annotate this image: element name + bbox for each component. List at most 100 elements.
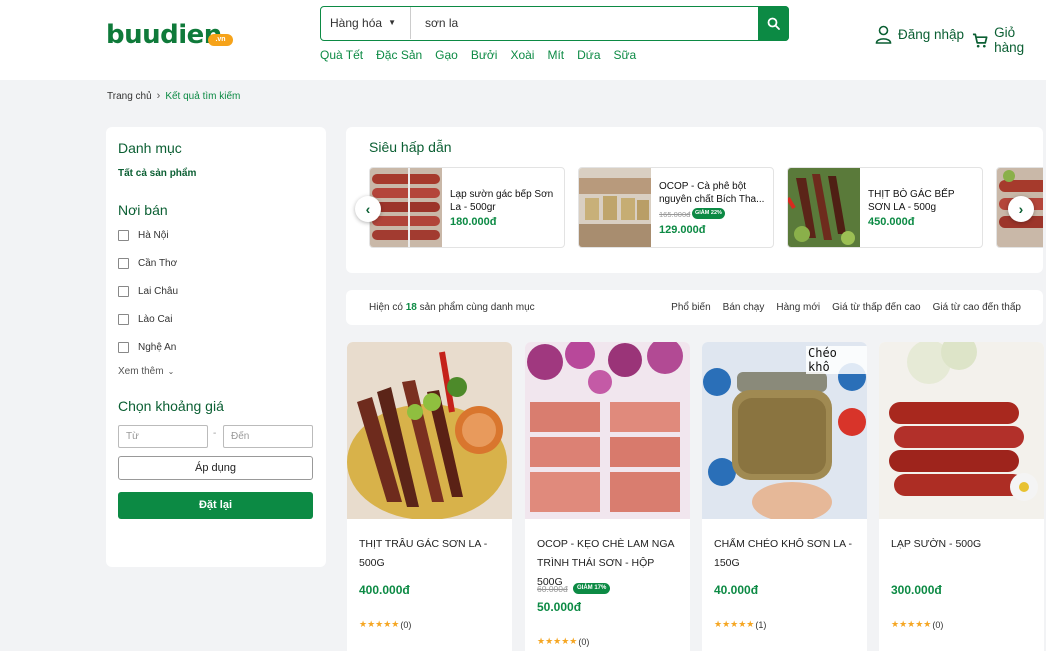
chevron-left-icon: ‹ [365, 201, 371, 217]
category-title: Danh mục [118, 140, 182, 156]
product-card[interactable]: THỊT TRÂU GÁC SƠN LA - 500g 400.000đ ★★★… [347, 342, 512, 651]
product-price: 40.000đ [714, 583, 759, 597]
search-category-select[interactable]: Hàng hóa ▼ [321, 7, 411, 39]
star-icon: ★★★★★ [891, 619, 932, 629]
location-checkbox[interactable] [118, 258, 129, 269]
chevron-right-icon: › [156, 90, 161, 102]
quick-link[interactable]: Xoài [510, 48, 534, 62]
price-from-input[interactable]: Từ [118, 425, 208, 448]
location-filter[interactable]: Nghệ An [118, 342, 176, 353]
quick-link[interactable]: Bưởi [471, 48, 498, 62]
location-filter[interactable]: Hà Nội [118, 230, 169, 241]
product-price: 400.000đ [359, 583, 410, 597]
site-logo[interactable]: buudien [106, 20, 222, 50]
rating-count: (0) [578, 636, 590, 647]
promo-old-price: 165.000đ [659, 210, 691, 219]
site-header: buudien .vn Hàng hóa ▼ Quà Tết Đặc Sản G… [0, 0, 1046, 80]
location-filter[interactable]: Lào Cai [118, 314, 172, 325]
all-categories-link[interactable]: Tất cả sản phẩm [118, 168, 196, 179]
product-card[interactable]: LẠP SƯỜN - 500g 300.000đ ★★★★★ (0) [879, 342, 1044, 651]
see-more-link[interactable]: Xem thêm ⌄ [118, 366, 174, 377]
promo-product-name: THỊT BÒ GÁC BẾP SƠN LA - 500g [868, 189, 955, 213]
product-card[interactable]: OCOP - KẸO CHÈ LAM NGA TRÌNH THÁI SƠN - … [525, 342, 690, 651]
promo-price: 450.000đ [868, 216, 915, 228]
promo-card[interactable]: THỊT BÒ GÁC BẾP SƠN LA - 500g 450.000đ [787, 167, 983, 248]
product-rating: ★★★★★ (0) [891, 619, 943, 630]
location-checkbox[interactable] [118, 342, 129, 353]
result-prefix: Hiện có [369, 302, 403, 313]
search-category-label: Hàng hóa [330, 16, 383, 30]
promo-product-name: OCOP - Cà phê bột nguyên chất Bích Tha..… [659, 181, 765, 205]
apply-price-button[interactable]: Áp dụng [118, 456, 313, 480]
promo-price: 129.000đ [659, 224, 706, 236]
product-card[interactable]: Chéo khô CHẨM CHÉO KHÔ SƠN LA - 150G 40.… [702, 342, 867, 651]
promo-card[interactable]: Lạp sườn gác bếp Sơn La - 500gr 180.000đ [369, 167, 565, 248]
location-label: Nghệ An [138, 342, 177, 353]
breadcrumb-home[interactable]: Trang chủ [107, 91, 152, 102]
location-checkbox[interactable] [118, 230, 129, 241]
promo-carousel: Siêu hấp dẫn Lạp sườn gác bếp Sơn La - 5… [346, 127, 1043, 273]
sort-option-bestseller[interactable]: Bán chạy [723, 302, 765, 313]
product-rating: ★★★★★ (1) [714, 619, 766, 630]
sort-option-popular[interactable]: Phổ biến [671, 302, 710, 313]
quick-link[interactable]: Đặc Sản [376, 48, 422, 62]
sort-option-price-desc[interactable]: Giá từ cao đến thấp [933, 302, 1021, 313]
promo-price: 180.000đ [450, 216, 497, 228]
discount-badge: GIẢM 22% [692, 208, 725, 219]
cart-icon [972, 32, 988, 48]
login-label: Đăng nhập [898, 27, 965, 42]
location-checkbox[interactable] [118, 286, 129, 297]
reset-filters-button[interactable]: Đặt lại [118, 492, 313, 519]
price-dash: - [213, 428, 217, 439]
logo-badge: .vn [208, 34, 233, 46]
carousel-next-button[interactable]: › [1008, 196, 1034, 222]
product-price: 300.000đ [891, 583, 942, 597]
product-price: 50.000đ [537, 600, 582, 614]
location-filter[interactable]: Lai Châu [118, 286, 178, 297]
price-to-input[interactable]: Đến [223, 425, 313, 448]
quick-links: Quà Tết Đặc Sản Gạo Bưởi Xoài Mít Dứa Sữ… [320, 48, 636, 62]
caret-down-icon: ▼ [388, 18, 396, 27]
result-number: 18 [405, 302, 417, 313]
product-name[interactable]: CHẨM CHÉO KHÔ SƠN LA - 150G [714, 535, 859, 573]
search-bar: Hàng hóa ▼ [320, 5, 789, 41]
search-icon [767, 17, 780, 30]
quick-link[interactable]: Gạo [435, 48, 458, 62]
user-icon [875, 25, 892, 44]
product-image-buffalo [347, 342, 512, 519]
quick-link[interactable]: Sữa [614, 48, 637, 62]
search-input[interactable] [425, 7, 745, 39]
chevron-right-icon: › [1018, 201, 1024, 217]
sort-options: Phổ biến Bán chạy Hàng mới Giá từ thấp đ… [671, 302, 1021, 313]
location-filter[interactable]: Cần Thơ [118, 258, 177, 269]
promo-image-coffee [579, 168, 651, 247]
product-rating: ★★★★★ (0) [359, 619, 411, 630]
product-image-candy [525, 342, 690, 519]
breadcrumb: Trang chủ › Kết quả tìm kiếm [107, 90, 240, 102]
quick-link[interactable]: Dứa [577, 48, 600, 62]
carousel-prev-button[interactable]: ‹ [355, 196, 381, 222]
rating-count: (1) [755, 619, 767, 630]
quick-link[interactable]: Mít [547, 48, 564, 62]
filter-sidebar: Danh mục Tất cả sản phẩm Nơi bán Hà Nội … [106, 127, 326, 567]
seller-title: Nơi bán [118, 202, 168, 218]
cart-label: Giỏ hàng [994, 25, 1025, 55]
see-more-label: Xem thêm [118, 366, 164, 377]
product-rating: ★★★★★ (0) [537, 636, 589, 647]
location-label: Lào Cai [138, 314, 173, 325]
login-link[interactable]: Đăng nhập [875, 25, 964, 44]
promo-card[interactable]: OCOP - Cà phê bột nguyên chất Bích Tha..… [578, 167, 774, 248]
location-label: Lai Châu [138, 286, 179, 297]
quick-link[interactable]: Quà Tết [320, 48, 363, 62]
location-checkbox[interactable] [118, 314, 129, 325]
sort-option-price-asc[interactable]: Giá từ thấp đến cao [832, 302, 920, 313]
star-icon: ★★★★★ [537, 636, 578, 646]
location-label: Cần Thơ [138, 258, 178, 269]
cart-link[interactable]: Giỏ hàng [972, 25, 1046, 55]
star-icon: ★★★★★ [359, 619, 400, 629]
sort-option-newest[interactable]: Hàng mới [776, 302, 820, 313]
product-name[interactable]: LẠP SƯỜN - 500g [891, 535, 1036, 554]
discount-badge: GIẢM 17% [573, 583, 611, 594]
search-button[interactable] [758, 5, 789, 41]
product-name[interactable]: THỊT TRÂU GÁC SƠN LA - 500g [359, 535, 504, 573]
